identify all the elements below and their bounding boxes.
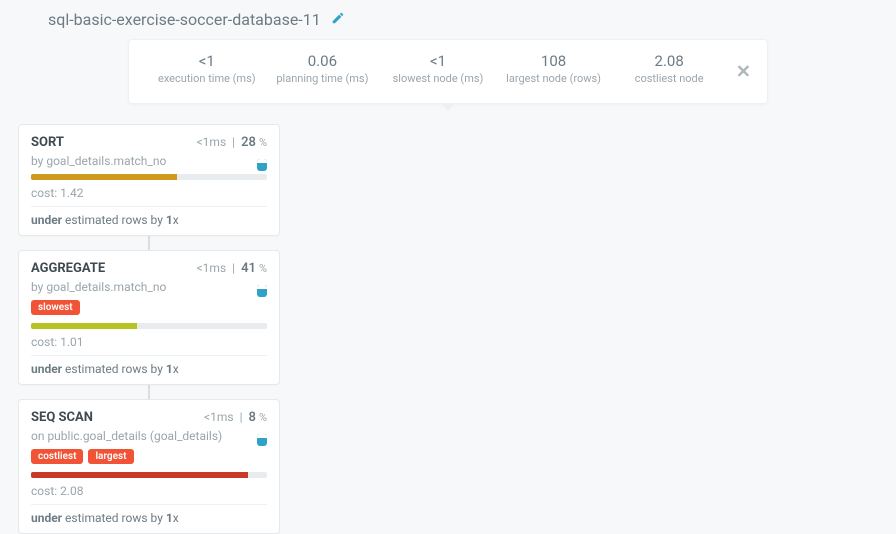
node-time: <1ms: [197, 135, 227, 149]
node-header: SEQ SCAN<1ms | 8 %: [31, 410, 267, 425]
node-detail: by goal_details.match_no: [31, 154, 267, 168]
edit-pencil-icon[interactable]: [331, 10, 345, 29]
stat-slowest-node: <1slowest node (ms): [388, 52, 488, 85]
cost-bar-fill: [31, 323, 137, 329]
stats-bar: <1execution time (ms) 0.06planning time …: [128, 39, 768, 104]
node-percent: 8: [249, 410, 256, 425]
badge-largest: largest: [88, 449, 133, 464]
node-time: <1ms: [197, 261, 227, 275]
cost-bar-fill: [31, 174, 177, 180]
node-connector: [148, 236, 150, 250]
cost-bar: [31, 323, 267, 329]
plan-node-card[interactable]: SORT<1ms | 28 %by goal_details.match_noc…: [18, 124, 280, 236]
node-operation: SORT: [31, 135, 64, 150]
node-time: <1ms: [204, 410, 234, 424]
node-badges: costliest largest: [31, 449, 267, 464]
plan-node-card[interactable]: AGGREGATE<1ms | 41 %by goal_details.matc…: [18, 250, 280, 385]
node-percent: 41: [241, 261, 256, 276]
cost-bar-fill: [31, 472, 248, 478]
node-percent: 28: [241, 135, 256, 150]
stat-execution-time: <1execution time (ms): [157, 52, 257, 85]
database-icon: [257, 434, 267, 446]
node-badges: slowest: [31, 300, 267, 315]
database-icon: [257, 285, 267, 297]
node-operation: SEQ SCAN: [31, 410, 93, 425]
title-bar: sql-basic-exercise-soccer-database-11: [0, 0, 896, 39]
database-icon: [257, 159, 267, 171]
node-cost: cost: 1.42: [31, 186, 267, 207]
stat-costliest-node: 2.08costliest node: [619, 52, 719, 85]
node-detail: by goal_details.match_no: [31, 280, 267, 294]
node-header: SORT<1ms | 28 %: [31, 135, 267, 150]
node-estimate: under estimated rows by 1x: [31, 213, 267, 227]
badge-slowest: slowest: [31, 300, 80, 315]
node-detail: on public.goal_details (goal_details): [31, 429, 267, 443]
node-estimate: under estimated rows by 1x: [31, 511, 267, 525]
badge-costliest: costliest: [31, 449, 83, 464]
stat-planning-time: 0.06planning time (ms): [272, 52, 372, 85]
stat-largest-node: 108largest node (rows): [504, 52, 604, 85]
node-estimate: under estimated rows by 1x: [31, 362, 267, 376]
plan-nodes: SORT<1ms | 28 %by goal_details.match_noc…: [18, 124, 280, 534]
plan-node-card[interactable]: SEQ SCAN<1ms | 8 %on public.goal_details…: [18, 399, 280, 534]
node-connector: [148, 385, 150, 399]
node-operation: AGGREGATE: [31, 261, 105, 276]
node-cost: cost: 2.08: [31, 484, 267, 505]
node-cost: cost: 1.01: [31, 335, 267, 356]
node-header: AGGREGATE<1ms | 41 %: [31, 261, 267, 276]
cost-bar: [31, 472, 267, 478]
cost-bar: [31, 174, 267, 180]
close-icon[interactable]: ✕: [736, 61, 751, 82]
page-title: sql-basic-exercise-soccer-database-11: [48, 10, 321, 29]
